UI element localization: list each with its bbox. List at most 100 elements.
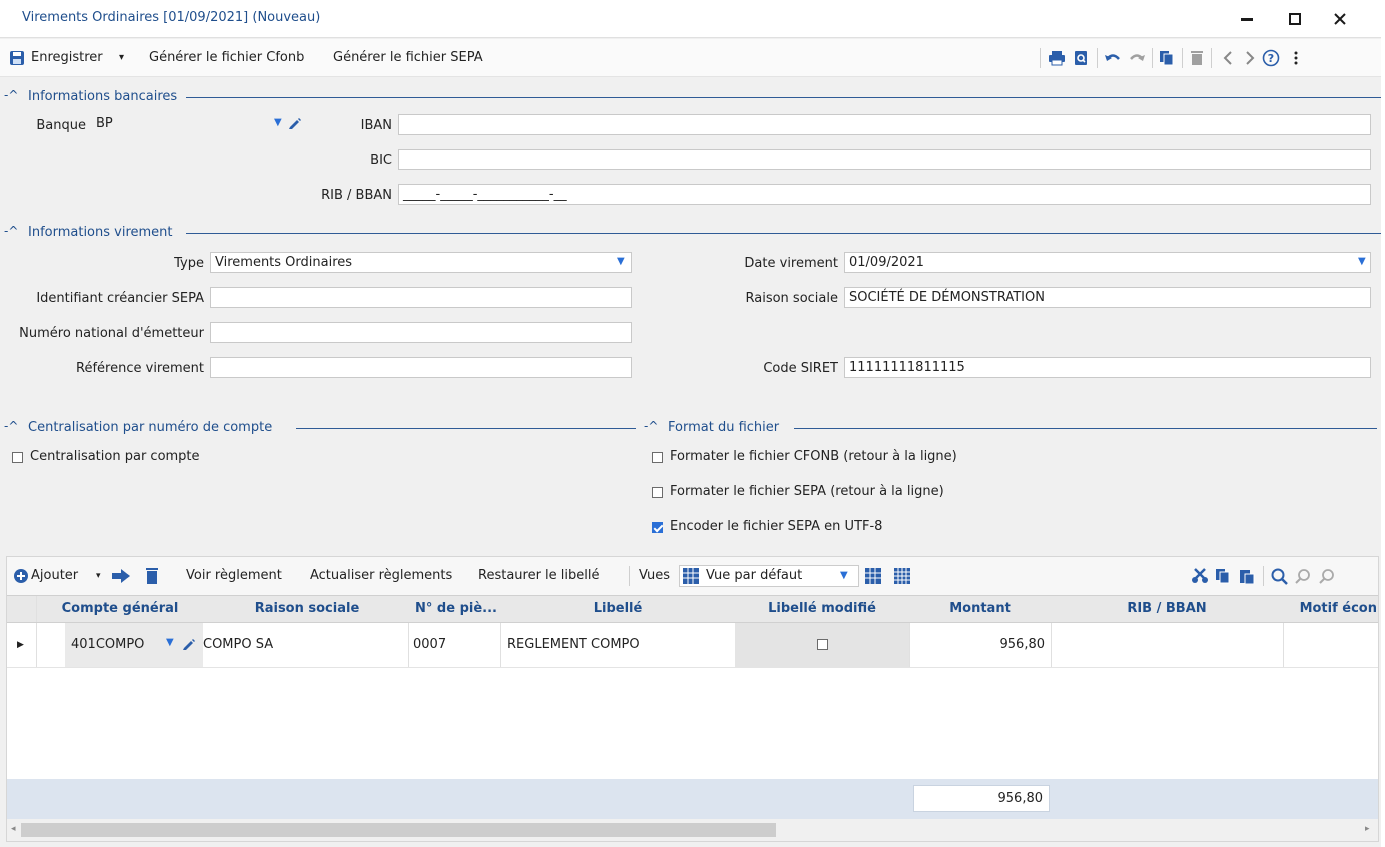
company-cell: COMPO SA [203,637,274,652]
generate-cfonb-button[interactable]: Générer le fichier Cfonb [149,50,304,65]
print-icon[interactable] [1048,49,1066,67]
bank-select[interactable]: BP [92,114,302,135]
more-options-icon[interactable] [1287,49,1305,67]
scroll-left-icon[interactable]: ◂ [11,824,16,834]
column-header-company[interactable]: Raison sociale [203,601,411,616]
label-modified-checkbox[interactable] [817,639,828,650]
duplicate-icon[interactable] [1158,49,1176,67]
rib-input[interactable]: _____-_____-___________-__ [398,184,1371,205]
views-select[interactable]: Vue par défaut ▼ [679,565,859,587]
search-previous-icon[interactable] [1295,568,1312,589]
utf8-checkbox[interactable] [652,522,663,533]
undo-icon[interactable] [1104,49,1122,67]
views-dropdown-icon[interactable]: ▼ [840,570,848,581]
grid-layout-icon[interactable] [894,568,910,588]
grid-toolbar: Ajouter ▾ Voir règlement Actualiser règl… [7,557,1378,595]
centralisation-section-header[interactable]: -^ Centralisation par numéro de compte [4,419,636,435]
section-divider [794,428,1377,429]
utf8-label[interactable]: Encoder le fichier SEPA en UTF-8 [670,519,882,534]
cut-icon[interactable] [1191,568,1209,588]
generate-sepa-button[interactable]: Générer le fichier SEPA [333,50,483,65]
table-row[interactable]: ▶ 401COMPO ▼ COMPO SA 0007 REGLEMENT COM… [7,623,1378,668]
horizontal-scrollbar[interactable]: ◂ ▸ [7,819,1378,841]
save-dropdown-icon[interactable]: ▾ [119,52,124,63]
bank-section-header[interactable]: -^ Informations bancaires [4,88,1381,104]
print-preview-icon[interactable] [1072,49,1090,67]
add-icon[interactable] [13,568,29,588]
previous-icon[interactable] [1219,49,1237,67]
centralisation-checkbox-label[interactable]: Centralisation par compte [30,449,200,464]
type-label: Type [174,256,204,271]
centralisation-section-title: Centralisation par numéro de compte [28,420,273,435]
date-picker[interactable]: 01/09/2021 [844,252,1371,273]
transfer-section-title: Informations virement [28,225,173,240]
bank-section-title: Informations bancaires [28,89,178,104]
view-payment-button[interactable]: Voir règlement [186,568,282,583]
siret-input[interactable]: 11111111811115 [844,357,1371,378]
column-header-rib[interactable]: RIB / BBAN [1051,601,1283,616]
format-cfonb-checkbox[interactable] [652,452,663,463]
account-cell[interactable]: 401COMPO ▼ [65,623,203,667]
issuer-number-input[interactable] [210,322,632,343]
window-edge [1381,0,1385,847]
minimize-button[interactable] [1232,6,1262,32]
copy-icon[interactable] [1215,568,1231,588]
type-dropdown-icon[interactable]: ▼ [617,256,627,267]
iban-input[interactable] [398,114,1371,135]
minimize-icon [1241,17,1253,21]
centralisation-checkbox[interactable] [12,452,23,463]
search-next-icon[interactable] [1319,568,1336,589]
sepa-creditor-input[interactable] [210,287,632,308]
add-button[interactable]: Ajouter [31,568,78,583]
format-cfonb-label[interactable]: Formater le fichier CFONB (retour à la l… [670,449,957,464]
collapse-icon[interactable]: -^ [4,419,18,433]
search-icon[interactable] [1271,568,1288,589]
format-sepa-checkbox[interactable] [652,487,663,498]
collapse-icon[interactable]: -^ [644,419,658,433]
redo-icon[interactable] [1128,49,1146,67]
payments-grid-panel: Ajouter ▾ Voir règlement Actualiser règl… [6,556,1379,842]
column-divider [408,623,409,667]
restore-label-button[interactable]: Restaurer le libellé [478,568,600,583]
account-dropdown-icon[interactable]: ▼ [166,637,174,648]
label-modified-cell[interactable] [735,623,909,667]
title-bar: Virements Ordinaires [01/09/2021] (Nouve… [0,0,1385,38]
column-header-motif[interactable]: Motif écon [1283,601,1379,616]
move-right-icon[interactable] [111,568,131,588]
help-icon[interactable]: ? [1262,49,1280,67]
refresh-payments-button[interactable]: Actualiser règlements [310,568,452,583]
format-sepa-label[interactable]: Formater le fichier SEPA (retour à la li… [670,484,944,499]
scroll-right-icon[interactable]: ▸ [1365,824,1370,834]
close-button[interactable] [1325,6,1355,32]
scrollbar-thumb[interactable] [21,823,776,837]
collapse-icon[interactable]: -^ [4,88,18,102]
transfer-section-header[interactable]: -^ Informations virement [4,224,1381,240]
type-select[interactable]: Virements Ordinaires [210,252,632,273]
account-edit-icon[interactable] [182,637,195,654]
column-header-label-modified[interactable]: Libellé modifié [735,601,909,616]
format-section-header[interactable]: -^ Format du fichier [644,419,1381,435]
save-icon[interactable] [8,49,26,67]
bic-input[interactable] [398,149,1371,170]
paste-icon[interactable] [1239,568,1255,588]
column-divider [1283,623,1284,667]
close-icon [1334,13,1346,25]
delete-row-icon[interactable] [145,567,159,589]
iban-label: IBAN [360,118,392,133]
column-header-label[interactable]: Libellé [501,601,735,616]
column-header-account[interactable]: Compte général [37,601,203,616]
company-input[interactable]: SOCIÉTÉ DE DÉMONSTRATION [844,287,1371,308]
maximize-button[interactable] [1280,6,1310,32]
save-button[interactable]: Enregistrer [31,50,103,65]
bank-dropdown-icon[interactable]: ▼ [274,117,284,128]
delete-icon[interactable] [1188,49,1206,67]
next-icon[interactable] [1241,49,1259,67]
column-header-amount[interactable]: Montant [909,601,1051,616]
add-dropdown-icon[interactable]: ▾ [96,571,101,581]
section-divider [296,428,636,429]
reference-input[interactable] [210,357,632,378]
date-dropdown-icon[interactable]: ▼ [1358,256,1368,267]
column-chooser-icon[interactable] [865,568,881,588]
collapse-icon[interactable]: -^ [4,224,18,238]
column-header-piece[interactable]: N° de piè... [411,601,501,616]
